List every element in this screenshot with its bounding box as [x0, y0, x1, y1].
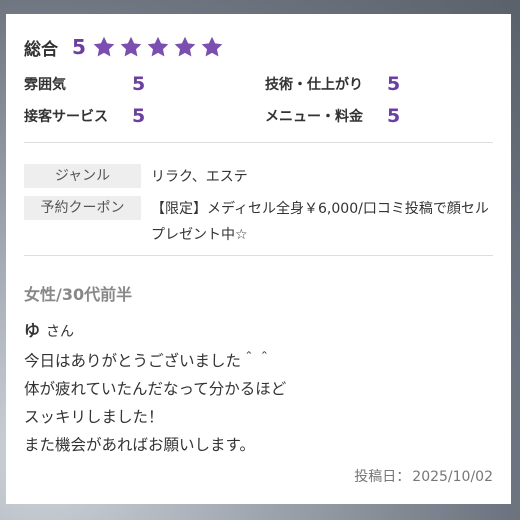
overall-rating: 総合 5 [24, 32, 224, 62]
info-row-coupon: 予約クーポン 【限定】メディセル全身￥6,000/口コミ投稿で顔セルプレゼント中… [24, 196, 494, 248]
star-icon [147, 36, 169, 57]
star-icon [120, 36, 142, 57]
rating-value: 5 [132, 105, 146, 127]
rating-atmosphere: 雰囲気 5 [24, 70, 145, 98]
rating-label: メニュー・料金 [265, 109, 363, 125]
overall-score: 5 [72, 35, 86, 59]
review-line: また機会があればお願いします。 [24, 436, 255, 454]
star-rating [92, 35, 224, 59]
rating-label: 接客サービス [24, 109, 108, 125]
reviewer-name-line: ゆさん [24, 317, 74, 341]
reviewer-name: ゆ [24, 321, 41, 340]
review-card: 総合 5 雰囲気 5 技術・仕上がり 5 接客サービス 5 メニュー・料金 5 … [6, 14, 511, 504]
rating-value: 5 [387, 105, 401, 127]
rating-value: 5 [387, 73, 401, 95]
review-line: 体が疲れていたんだなって分かるほど [24, 380, 287, 398]
genre-value: リラク、エステ [151, 169, 248, 185]
posted-date: 投稿日： 2025/10/02 [352, 466, 493, 486]
rating-label: 技術・仕上がり [265, 77, 363, 93]
review-info: ジャンル リラク、エステ 予約クーポン 【限定】メディセル全身￥6,000/口コ… [24, 164, 494, 254]
rating-menu-price: メニュー・料金 5 [265, 102, 400, 130]
divider [24, 255, 493, 256]
review-line: スッキリしました！ [24, 408, 164, 426]
divider [24, 142, 493, 143]
review-body: 今日はありがとうございました＾＾ 体が疲れていたんだなって分かるほど スッキリし… [24, 347, 494, 459]
rating-service: 接客サービス 5 [24, 102, 145, 130]
category-ratings: 雰囲気 5 技術・仕上がり 5 接客サービス 5 メニュー・料金 5 [24, 70, 494, 130]
posted-date-value: 2025/10/02 [412, 469, 493, 485]
coupon-label: 予約クーポン [24, 196, 141, 220]
info-row-genre: ジャンル リラク、エステ [24, 164, 494, 190]
star-icon [201, 36, 223, 57]
rating-value: 5 [132, 73, 146, 95]
genre-label: ジャンル [24, 164, 141, 188]
reviewer-honorific: さん [46, 324, 75, 340]
review-line: 今日はありがとうございました＾＾ [24, 352, 273, 370]
coupon-value[interactable]: 【限定】メディセル全身￥6,000/口コミ投稿で顔セルプレゼント中☆ [151, 196, 494, 248]
star-icon [93, 36, 115, 57]
rating-technique: 技術・仕上がり 5 [265, 70, 400, 98]
star-icon [174, 36, 196, 57]
posted-label: 投稿日： [354, 469, 411, 485]
reviewer-profile: 女性/30代前半 [24, 285, 133, 304]
overall-label: 総合 [24, 39, 58, 60]
rating-label: 雰囲気 [24, 77, 66, 93]
